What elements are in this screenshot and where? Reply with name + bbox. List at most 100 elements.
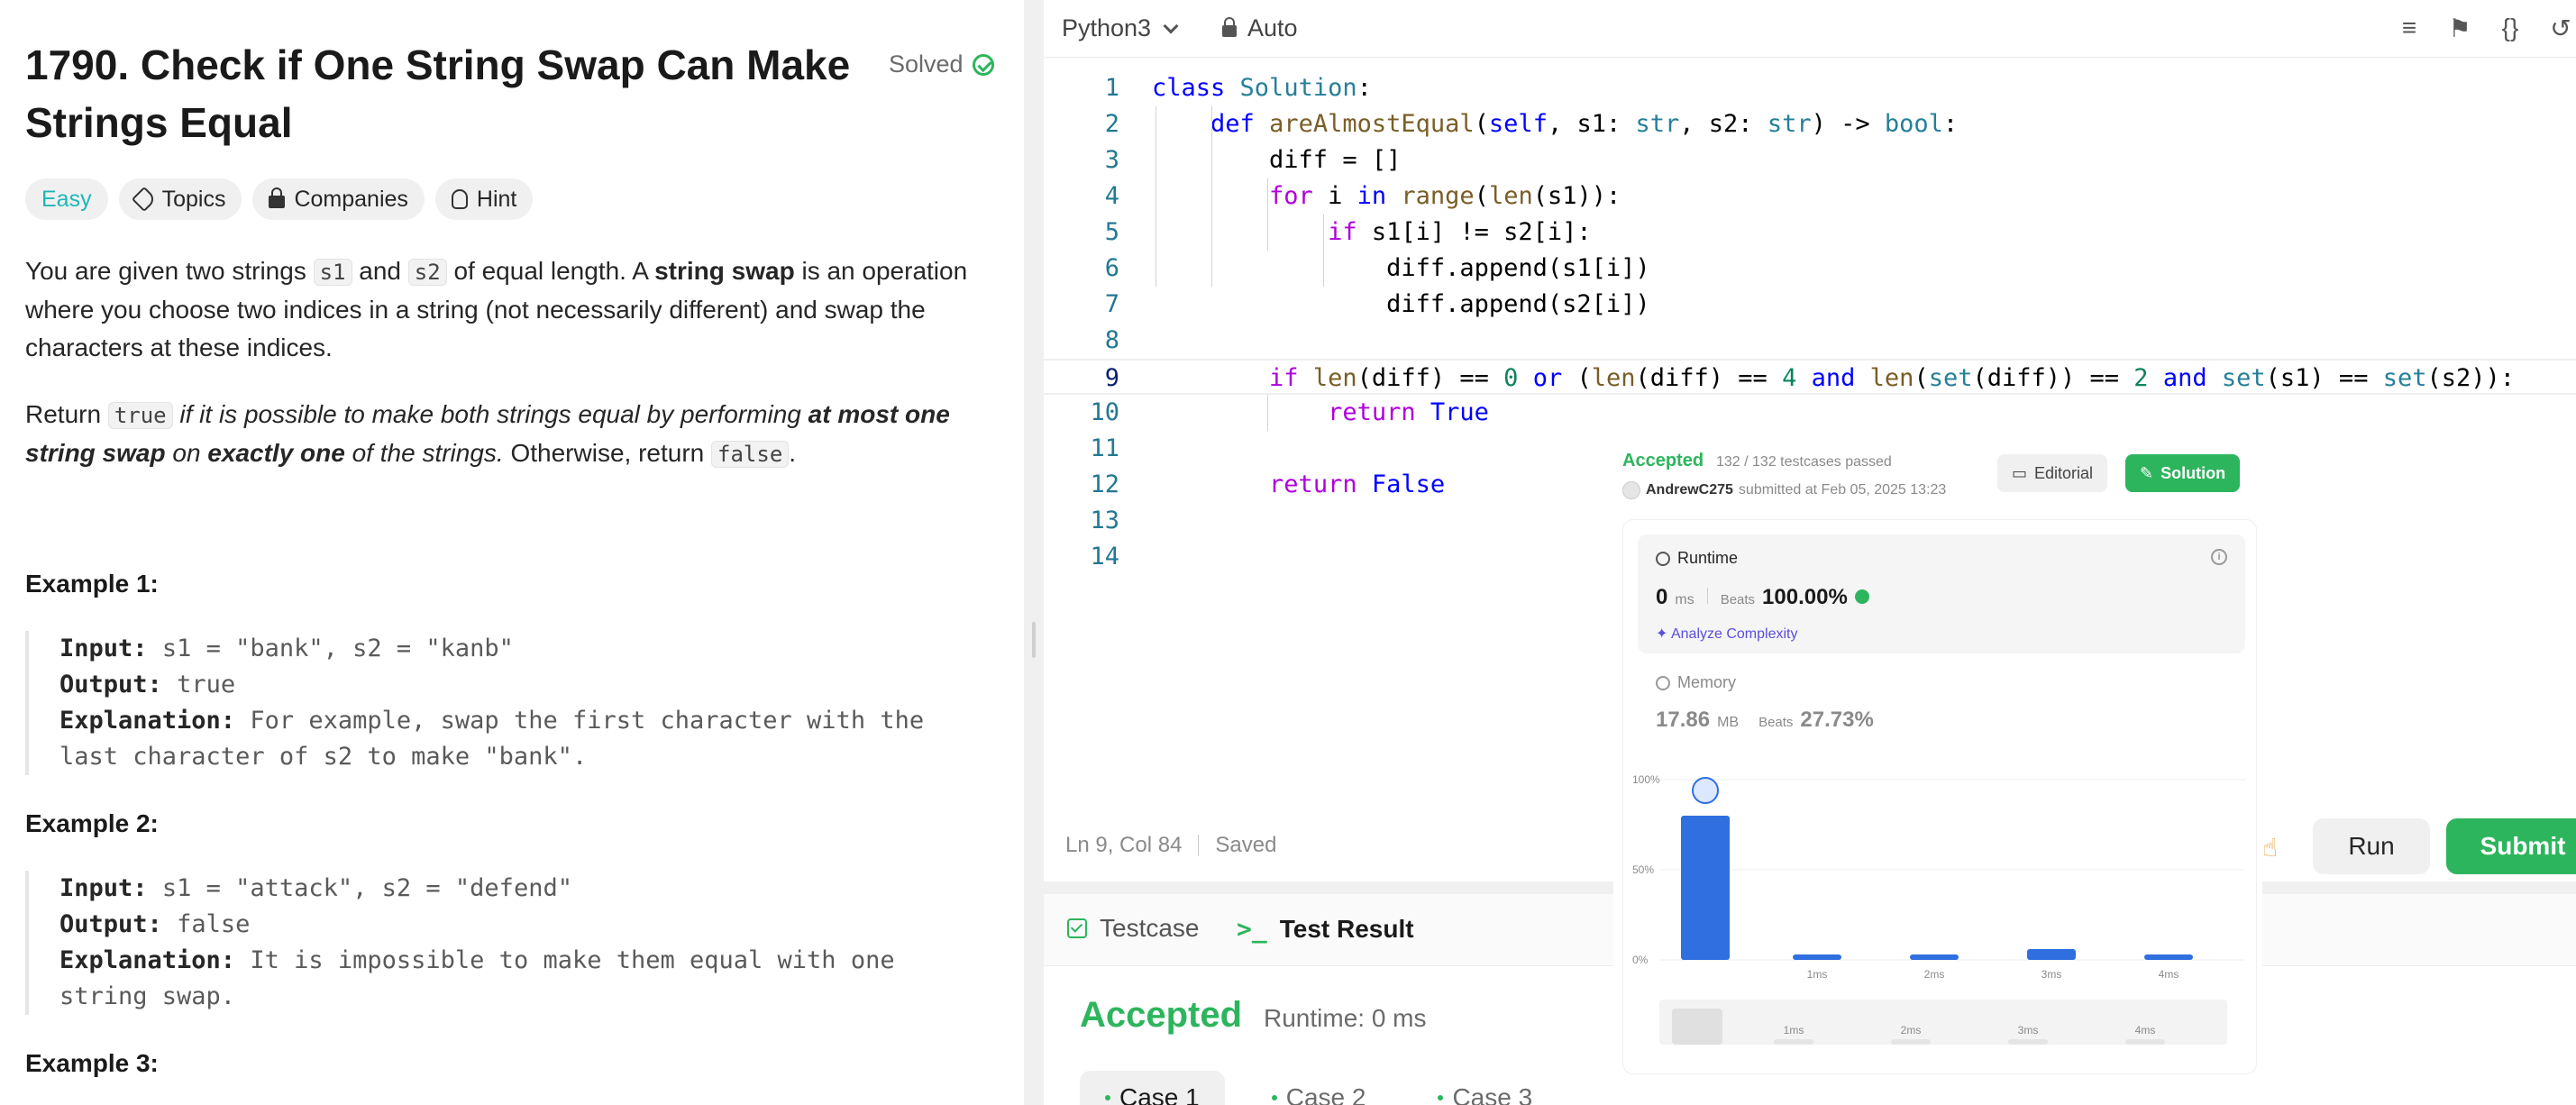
solution-button[interactable]: ✎ Solution [2125, 454, 2241, 492]
undo-icon[interactable]: ↺ [2545, 13, 2576, 43]
editorial-button[interactable]: ▭ Editorial [1997, 454, 2108, 492]
auto-mode-toggle[interactable]: Auto [1222, 14, 1298, 42]
pass-dot-icon [1438, 1095, 1444, 1100]
code-line: 10 return True [1090, 398, 1489, 426]
memory-icon [1656, 675, 1670, 690]
submission-meta: AndrewC275 submitted at Feb 05, 2025 13:… [1622, 481, 1946, 499]
indent-guide [1267, 178, 1268, 251]
case-tab[interactable]: Case 1 [1080, 1071, 1225, 1105]
lock-icon [1222, 17, 1237, 37]
save-status: Saved [1215, 833, 1277, 857]
tab-testcase[interactable]: Testcase [1067, 914, 1200, 943]
toolbar-icons: ≡ ⚑ {} ↺ [2394, 13, 2576, 43]
format-icon[interactable]: ≡ [2394, 13, 2425, 43]
pass-dot-icon [1271, 1095, 1277, 1100]
status-divider [1198, 835, 1200, 856]
memory-value: 17.86 [1656, 708, 1711, 732]
case-tabs: Case 1 Case 2 Case 3 [1080, 1071, 1557, 1105]
indent-guide [1211, 106, 1212, 287]
tab-test-result[interactable]: >_ Test Result [1237, 914, 1414, 944]
problem-title: 1790. Check if One String Swap Can Make … [25, 41, 851, 146]
tab-result-label: Test Result [1279, 914, 1414, 943]
lock-icon [269, 187, 286, 208]
book-icon: ▭ [2012, 463, 2028, 482]
username[interactable]: AndrewC275 [1646, 482, 1733, 498]
mode-label: Auto [1247, 14, 1298, 41]
x-tick-label: 2ms [1924, 968, 1945, 981]
example-1-block: Input: s1 = "bank", s2 = "kanb" Output: … [25, 631, 1008, 775]
range-slider-mini-bar [1774, 1039, 1813, 1045]
runtime-distribution-chart[interactable]: 100% 50% 0% 1ms 2ms 3ms 4ms 1ms 2ms 3ms 4ms [1632, 763, 2254, 1070]
analyze-complexity-link[interactable]: ✦ Analyze Complexity [1656, 625, 1797, 643]
y-tick-label: 100% [1632, 773, 1660, 786]
description-paragraph-1: You are given two strings s1 and s2 of e… [25, 257, 968, 361]
check-circle-icon [972, 53, 994, 76]
solved-label: Solved [889, 50, 964, 78]
memory-label: Memory [1677, 673, 1737, 691]
code-line: 8 [1104, 326, 1119, 354]
submitted-time: submitted at Feb 05, 2025 13:23 [1738, 482, 1947, 498]
testcases-passed: 132 / 132 testcases passed [1716, 454, 1892, 470]
case-label: Case 2 [1285, 1083, 1366, 1105]
difficulty-label: Easy [41, 186, 92, 212]
runtime-value: 0 [1656, 585, 1668, 609]
memory-unit: MB [1717, 715, 1740, 730]
memory-values: 17.86 MB Beats 27.73% [1656, 708, 1874, 733]
pass-dot-icon [1105, 1095, 1110, 1100]
case-label: Case 3 [1452, 1083, 1533, 1105]
range-slider-label: 1ms [1784, 1024, 1804, 1037]
result-runtime: Runtime: 0 ms [1264, 1004, 1427, 1032]
x-tick-label: 4ms [2159, 968, 2179, 981]
hint-label: Hint [476, 186, 517, 212]
language-selector[interactable]: Python3 [1062, 14, 1179, 42]
leaf-icon [1854, 589, 1869, 604]
braces-icon[interactable]: {} [2495, 13, 2526, 43]
hint-button[interactable]: Hint [434, 178, 534, 220]
range-slider-mini-bar [2008, 1039, 2048, 1045]
code-line: 1 class Solution: [1104, 74, 1372, 102]
edit-icon: ✎ [2140, 463, 2154, 482]
analyze-label: Analyze Complexity [1670, 626, 1798, 642]
case-label: Case 1 [1119, 1083, 1200, 1105]
chart-bar [1793, 954, 1841, 960]
companies-button[interactable]: Companies [252, 178, 425, 220]
bookmark-icon[interactable]: ⚑ [2444, 13, 2475, 43]
y-tick-label: 0% [1632, 954, 1649, 966]
chart-bar [2144, 954, 2193, 960]
runtime-beats: 100.00% [1762, 585, 1848, 609]
code-line: 3 diff = [] [1104, 146, 1402, 174]
run-button[interactable]: Run [2313, 818, 2430, 874]
example-1-heading: Example 1: [25, 570, 159, 598]
code-line: 4 for i in range(len(s1)): [1104, 182, 1621, 210]
panel-resizer[interactable] [1024, 0, 1044, 1105]
case-tab[interactable]: Case 2 [1247, 1071, 1392, 1105]
x-tick-label: 1ms [1807, 968, 1828, 981]
topics-button[interactable]: Topics [118, 178, 242, 220]
memory-header[interactable]: Memory [1656, 673, 1736, 692]
chart-bar [1910, 954, 1959, 960]
description-paragraph-2: Return true if it is possible to make bo… [25, 400, 950, 468]
submission-card: Accepted 132 / 132 testcases passed Andr… [1613, 443, 2262, 1085]
result-status: Accepted [1080, 995, 1243, 1035]
chart-bar [2027, 949, 2076, 960]
runtime-values: 0 ms Beats 100.00% [1656, 585, 1869, 610]
info-icon[interactable]: i [2211, 549, 2227, 565]
stats-panel: Runtime i 0 ms Beats 100.00% ✦ Analyze C… [1622, 519, 2257, 1074]
terminal-icon: >_ [1237, 914, 1267, 944]
hand-icon: ☝ [2262, 834, 2279, 862]
runtime-header: Runtime [1656, 549, 1738, 568]
case-tab[interactable]: Case 3 [1412, 1071, 1557, 1105]
runtime-box[interactable]: Runtime i 0 ms Beats 100.00% ✦ Analyze C… [1638, 534, 2245, 653]
avatar-marker [1692, 777, 1719, 804]
sparkle-icon: ✦ [1656, 626, 1671, 642]
topics-label: Topics [161, 186, 226, 212]
difficulty-badge: Easy [25, 178, 108, 220]
problem-description: You are given two strings s1 and s2 of e… [25, 252, 1008, 502]
tag-row: Easy Topics Companies Hint [25, 178, 534, 220]
tab-testcase-label: Testcase [1100, 914, 1200, 942]
beats-label: Beats [1758, 715, 1794, 730]
problem-panel: 1790. Check if One String Swap Can Make … [0, 0, 1024, 1105]
example-2-block: Input: s1 = "attack", s2 = "defend" Outp… [25, 871, 1008, 1015]
submit-button[interactable]: Submit [2446, 818, 2576, 874]
code-line: 2 def areAlmostEqual(self, s1: str, s2: … [1104, 110, 1959, 138]
